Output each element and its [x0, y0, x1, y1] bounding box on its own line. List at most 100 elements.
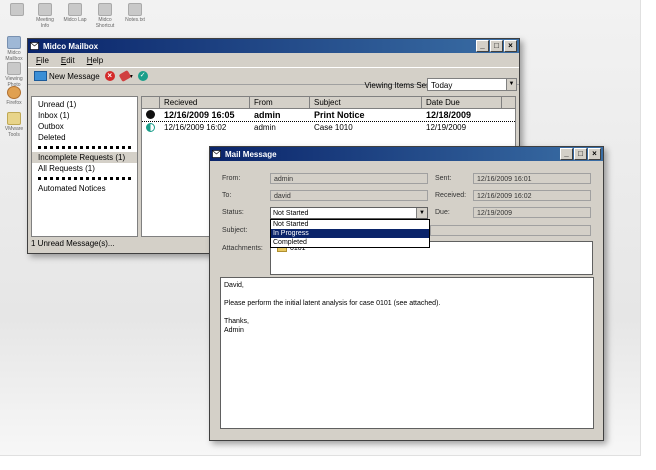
attachments-label: Attachments:	[222, 245, 263, 252]
separator	[38, 177, 131, 180]
unread-status-icon	[146, 110, 155, 119]
desktop-icon-label: Firefox	[6, 100, 22, 106]
column-subject[interactable]: Subject	[310, 97, 422, 108]
maximize-button[interactable]: □	[490, 40, 503, 52]
status-dropdown: Not Started In Progress Completed	[270, 219, 430, 248]
minimize-button[interactable]: _	[560, 148, 573, 160]
file-icon	[128, 3, 142, 16]
close-button[interactable]: ×	[588, 148, 601, 160]
delete-icon: ×	[104, 71, 115, 81]
folder-icon	[68, 3, 82, 16]
message-from: admin	[254, 110, 281, 120]
folder-all-requests[interactable]: All Requests (1)	[32, 163, 137, 174]
from-label: From:	[222, 175, 241, 182]
from-field: admin	[270, 173, 428, 184]
desktop-icon-9[interactable]: VMware Tools	[1, 112, 27, 138]
message-from: admin	[254, 123, 276, 132]
status-option-in-progress[interactable]: In Progress	[271, 229, 429, 238]
menubar: File Edit Help	[28, 53, 519, 67]
chevron-down-icon: ▼	[416, 208, 427, 218]
menu-edit[interactable]: Edit	[61, 56, 75, 65]
message-received: 12/16/2009 16:02	[164, 123, 227, 132]
status-option-not-started[interactable]: Not Started	[271, 220, 429, 229]
to-field: david	[270, 190, 428, 201]
viewing-items-label: Viewing Items Sent:	[364, 81, 435, 90]
desktop-icon-6[interactable]: Midco Mailbox	[1, 36, 27, 62]
message-due: 12/19/2009	[426, 123, 467, 132]
due-label: Due:	[435, 209, 450, 216]
desktop-icon-label: Midco Lap	[63, 17, 87, 23]
received-label: Received:	[435, 192, 467, 199]
menu-help[interactable]: Help	[87, 56, 103, 65]
midco-titlebar[interactable]: Midco Mailbox _ □ ×	[28, 39, 519, 53]
subject-field	[430, 225, 591, 236]
new-message-icon	[34, 71, 47, 81]
desktop-icon-4[interactable]: Midco Shortcut	[92, 3, 118, 29]
desktop-icon-3[interactable]: Midco Lap	[62, 3, 88, 23]
received-field: 12/16/2009 16:02	[473, 190, 591, 201]
mail-message-window: Mail Message _ □ × From: admin To: david…	[209, 146, 604, 441]
close-button[interactable]: ×	[504, 40, 517, 52]
folder-inbox[interactable]: Inbox (1)	[32, 110, 137, 121]
status-bar: 1 Unread Message(s)...	[31, 239, 115, 248]
message-subject: Print Notice	[314, 110, 365, 120]
tag-button[interactable]: ▾	[118, 70, 133, 82]
message-row[interactable]: 12/16/2009 16:05 admin Print Notice 12/1…	[142, 109, 515, 122]
desktop-icon-label: Notes.txt	[125, 17, 145, 23]
message-row[interactable]: 12/16/2009 16:02 admin Case 1010 12/19/2…	[142, 122, 515, 134]
envelope-icon	[212, 150, 221, 159]
desktop-icon-label: Midco Shortcut	[95, 17, 115, 29]
browser-icon	[7, 86, 21, 99]
window-title: Mail Message	[225, 149, 277, 159]
message-subject: Case 1010	[314, 123, 353, 132]
folder-incomplete-requests[interactable]: Incomplete Requests (1)	[32, 152, 137, 163]
sent-label: Sent:	[435, 175, 452, 182]
folder-icon	[38, 3, 52, 16]
due-field: 12/19/2009	[473, 207, 591, 218]
folder-deleted[interactable]: Deleted	[32, 132, 137, 143]
desktop-icon-7[interactable]: Viewing Photo	[1, 62, 27, 88]
desktop-icon-2[interactable]: Meeting Info	[32, 3, 58, 29]
message-body-text: David, Please perform the initial latent…	[224, 282, 441, 334]
column-status[interactable]	[142, 97, 160, 108]
separator	[38, 146, 131, 149]
tools-icon	[7, 112, 21, 125]
column-date-due[interactable]: Date Due	[422, 97, 502, 108]
chevron-down-icon: ▼	[506, 79, 516, 90]
message-received: 12/16/2009 16:05	[164, 110, 235, 120]
mailbox-icon	[7, 36, 21, 49]
message-list-header: Recieved From Subject Date Due	[142, 97, 515, 109]
status-select[interactable]: Not Started ▼	[270, 207, 428, 219]
folder-icon	[98, 3, 112, 16]
checkmark-icon: ✓	[137, 71, 148, 81]
status-select-value: Not Started	[273, 210, 309, 217]
message-body[interactable]: David, Please perform the initial latent…	[220, 277, 594, 429]
folder-automated-notices[interactable]: Automated Notices	[32, 183, 137, 194]
column-from[interactable]: From	[250, 97, 310, 108]
column-received[interactable]: Recieved	[160, 97, 250, 108]
photo-icon	[7, 62, 21, 75]
mail-titlebar[interactable]: Mail Message _ □ ×	[210, 147, 603, 161]
desktop-icon-label: VMware Tools	[4, 126, 24, 138]
menu-file[interactable]: File	[36, 56, 49, 65]
desktop-icon-1[interactable]	[4, 3, 30, 17]
message-due: 12/18/2009	[426, 110, 472, 120]
delete-button[interactable]: ×	[104, 71, 115, 81]
sent-field: 12/16/2009 16:01	[473, 173, 591, 184]
file-icon	[10, 3, 24, 16]
status-option-completed[interactable]: Completed	[271, 238, 429, 247]
folder-outbox[interactable]: Outbox	[32, 121, 137, 132]
maximize-button[interactable]: □	[574, 148, 587, 160]
new-message-button[interactable]: New Message	[34, 71, 100, 81]
window-title: Midco Mailbox	[43, 41, 99, 51]
desktop-icon-5[interactable]: Notes.txt	[122, 3, 148, 23]
desktop-icon-label: Meeting Info	[36, 17, 54, 29]
minimize-button[interactable]: _	[476, 40, 489, 52]
desktop-icon-8[interactable]: Firefox	[1, 86, 27, 106]
folder-list: Unread (1) Inbox (1) Outbox Deleted Inco…	[31, 96, 138, 237]
desktop-icon-label: Midco Mailbox	[5, 50, 23, 62]
viewing-items-select[interactable]: Today ▼	[427, 78, 517, 91]
in-progress-status-icon	[146, 123, 155, 132]
complete-button[interactable]: ✓	[137, 71, 148, 81]
folder-unread[interactable]: Unread (1)	[32, 99, 137, 110]
